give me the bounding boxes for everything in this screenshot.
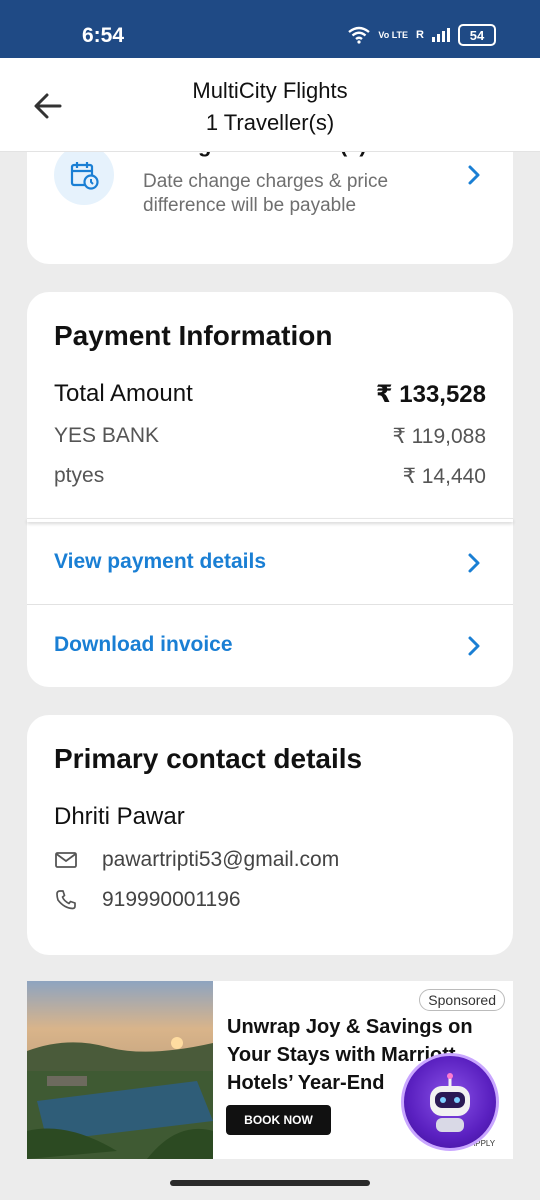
wifi-icon	[348, 26, 371, 44]
chevron-right-icon[interactable]	[463, 164, 485, 186]
total-amount-row: Total Amount ₹ 133,528	[54, 380, 486, 409]
calendar-clock-icon	[54, 145, 114, 205]
volte-label: Vo LTE	[378, 29, 409, 40]
contact-section-title: Primary contact details	[54, 743, 363, 774]
app-bar: MultiCity Flights 1 Traveller(s)	[0, 58, 540, 152]
roaming-label: R	[416, 29, 424, 41]
chevron-right-icon	[468, 636, 480, 656]
gesture-nav-bar	[0, 1166, 540, 1200]
battery-icon: 54	[458, 24, 496, 46]
mail-icon	[55, 852, 77, 868]
payment-line-value: ₹ 14,440	[402, 465, 486, 488]
status-bar: 6:54 Vo LTE R 54	[0, 0, 540, 58]
sponsored-badge: Sponsored	[419, 989, 505, 1011]
view-payment-details-label: View payment details	[54, 550, 267, 573]
payment-section-title: Payment Information	[54, 320, 333, 351]
view-payment-details-link[interactable]: View payment details	[27, 522, 513, 604]
total-amount-value: ₹ 133,528	[375, 381, 486, 408]
page-title: MultiCity Flights	[192, 78, 348, 103]
payment-line-value: ₹ 119,088	[392, 425, 486, 448]
download-invoice-label: Download invoice	[54, 633, 233, 656]
total-amount-label: Total Amount	[54, 380, 193, 407]
contact-email: pawartripti53@gmail.com	[102, 848, 340, 871]
payment-information-card: Payment Information Total Amount ₹ 133,5…	[27, 292, 513, 687]
contact-phone-row: 919990001196	[54, 888, 241, 912]
chatbot-icon[interactable]	[401, 1053, 499, 1151]
hotel-image	[27, 981, 213, 1159]
change-date-description: Date change charges & price difference w…	[143, 171, 389, 216]
status-time: 6:54	[82, 24, 125, 47]
primary-contact-card: Primary contact details Dhriti Pawar paw…	[27, 715, 513, 955]
page-subtitle: 1 Traveller(s)	[205, 110, 335, 135]
sponsored-ad-banner[interactable]: Sponsored Unwrap Joy & Savings on Your S…	[27, 981, 513, 1159]
signal-icon	[432, 28, 450, 42]
payment-line-label: YES BANK	[54, 424, 160, 447]
chevron-right-icon	[468, 553, 480, 573]
contact-name: Dhriti Pawar	[54, 803, 185, 830]
contact-email-row: pawartripti53@gmail.com	[54, 848, 339, 872]
contact-phone: 919990001196	[102, 888, 241, 911]
payment-line: YES BANK ₹ 119,088	[54, 424, 486, 449]
home-handle[interactable]	[170, 1180, 370, 1186]
robot-icon	[430, 1073, 470, 1132]
payment-line-label: ptyes	[54, 464, 105, 487]
download-invoice-link[interactable]: Download invoice	[27, 604, 513, 686]
payment-line: ptyes ₹ 14,440	[54, 464, 486, 489]
book-now-button[interactable]: BOOK NOW	[226, 1105, 331, 1135]
status-icons: Vo LTE R 54	[348, 24, 496, 46]
phone-icon	[56, 890, 76, 910]
